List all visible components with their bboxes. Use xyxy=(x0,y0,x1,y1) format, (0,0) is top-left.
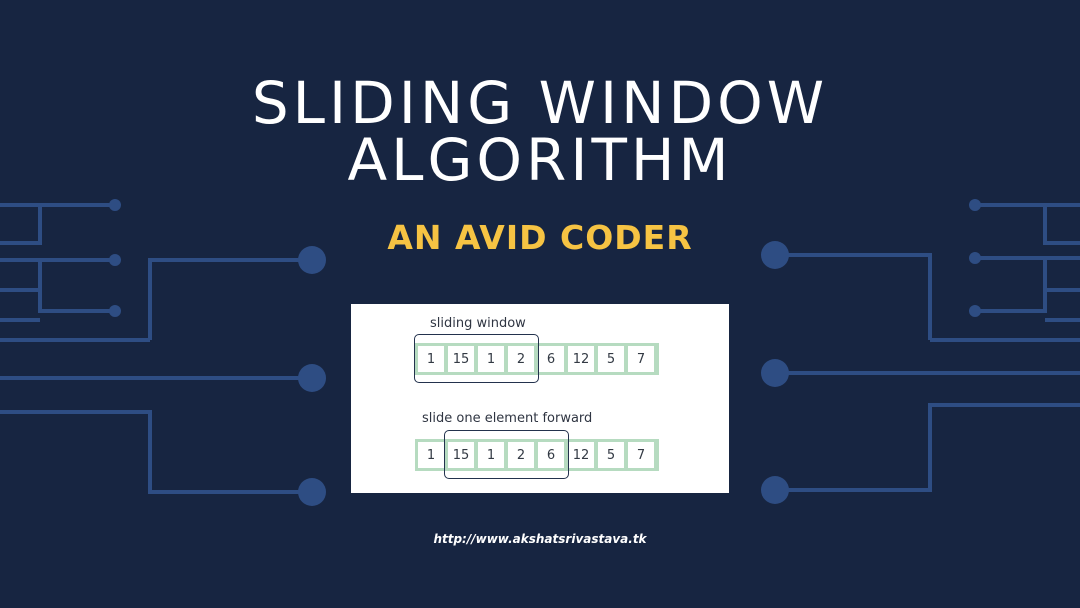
title-line-1: SLIDING WINDOW xyxy=(251,69,829,137)
array-cell: 1 xyxy=(418,442,444,468)
array-cell: 6 xyxy=(538,346,564,372)
row-label-sliding-window: sliding window xyxy=(430,316,526,331)
array-cell: 5 xyxy=(598,442,624,468)
footer-url: http://www.akshatsrivastava.tk xyxy=(433,532,647,546)
array-cell: 12 xyxy=(568,442,594,468)
array-cell: 7 xyxy=(628,346,654,372)
window-outline-1 xyxy=(414,334,539,383)
array-cell: 7 xyxy=(628,442,654,468)
array-cell: 5 xyxy=(598,346,624,372)
title-line-2: ALGORITHM xyxy=(347,126,733,194)
subtitle: AN AVID CODER xyxy=(387,218,693,257)
row-label-slide-forward: slide one element forward xyxy=(422,411,593,426)
array-cell: 12 xyxy=(568,346,594,372)
sliding-window-diagram: sliding window 1 15 1 2 6 12 5 7 slide o… xyxy=(351,304,729,493)
window-outline-2 xyxy=(444,430,569,479)
